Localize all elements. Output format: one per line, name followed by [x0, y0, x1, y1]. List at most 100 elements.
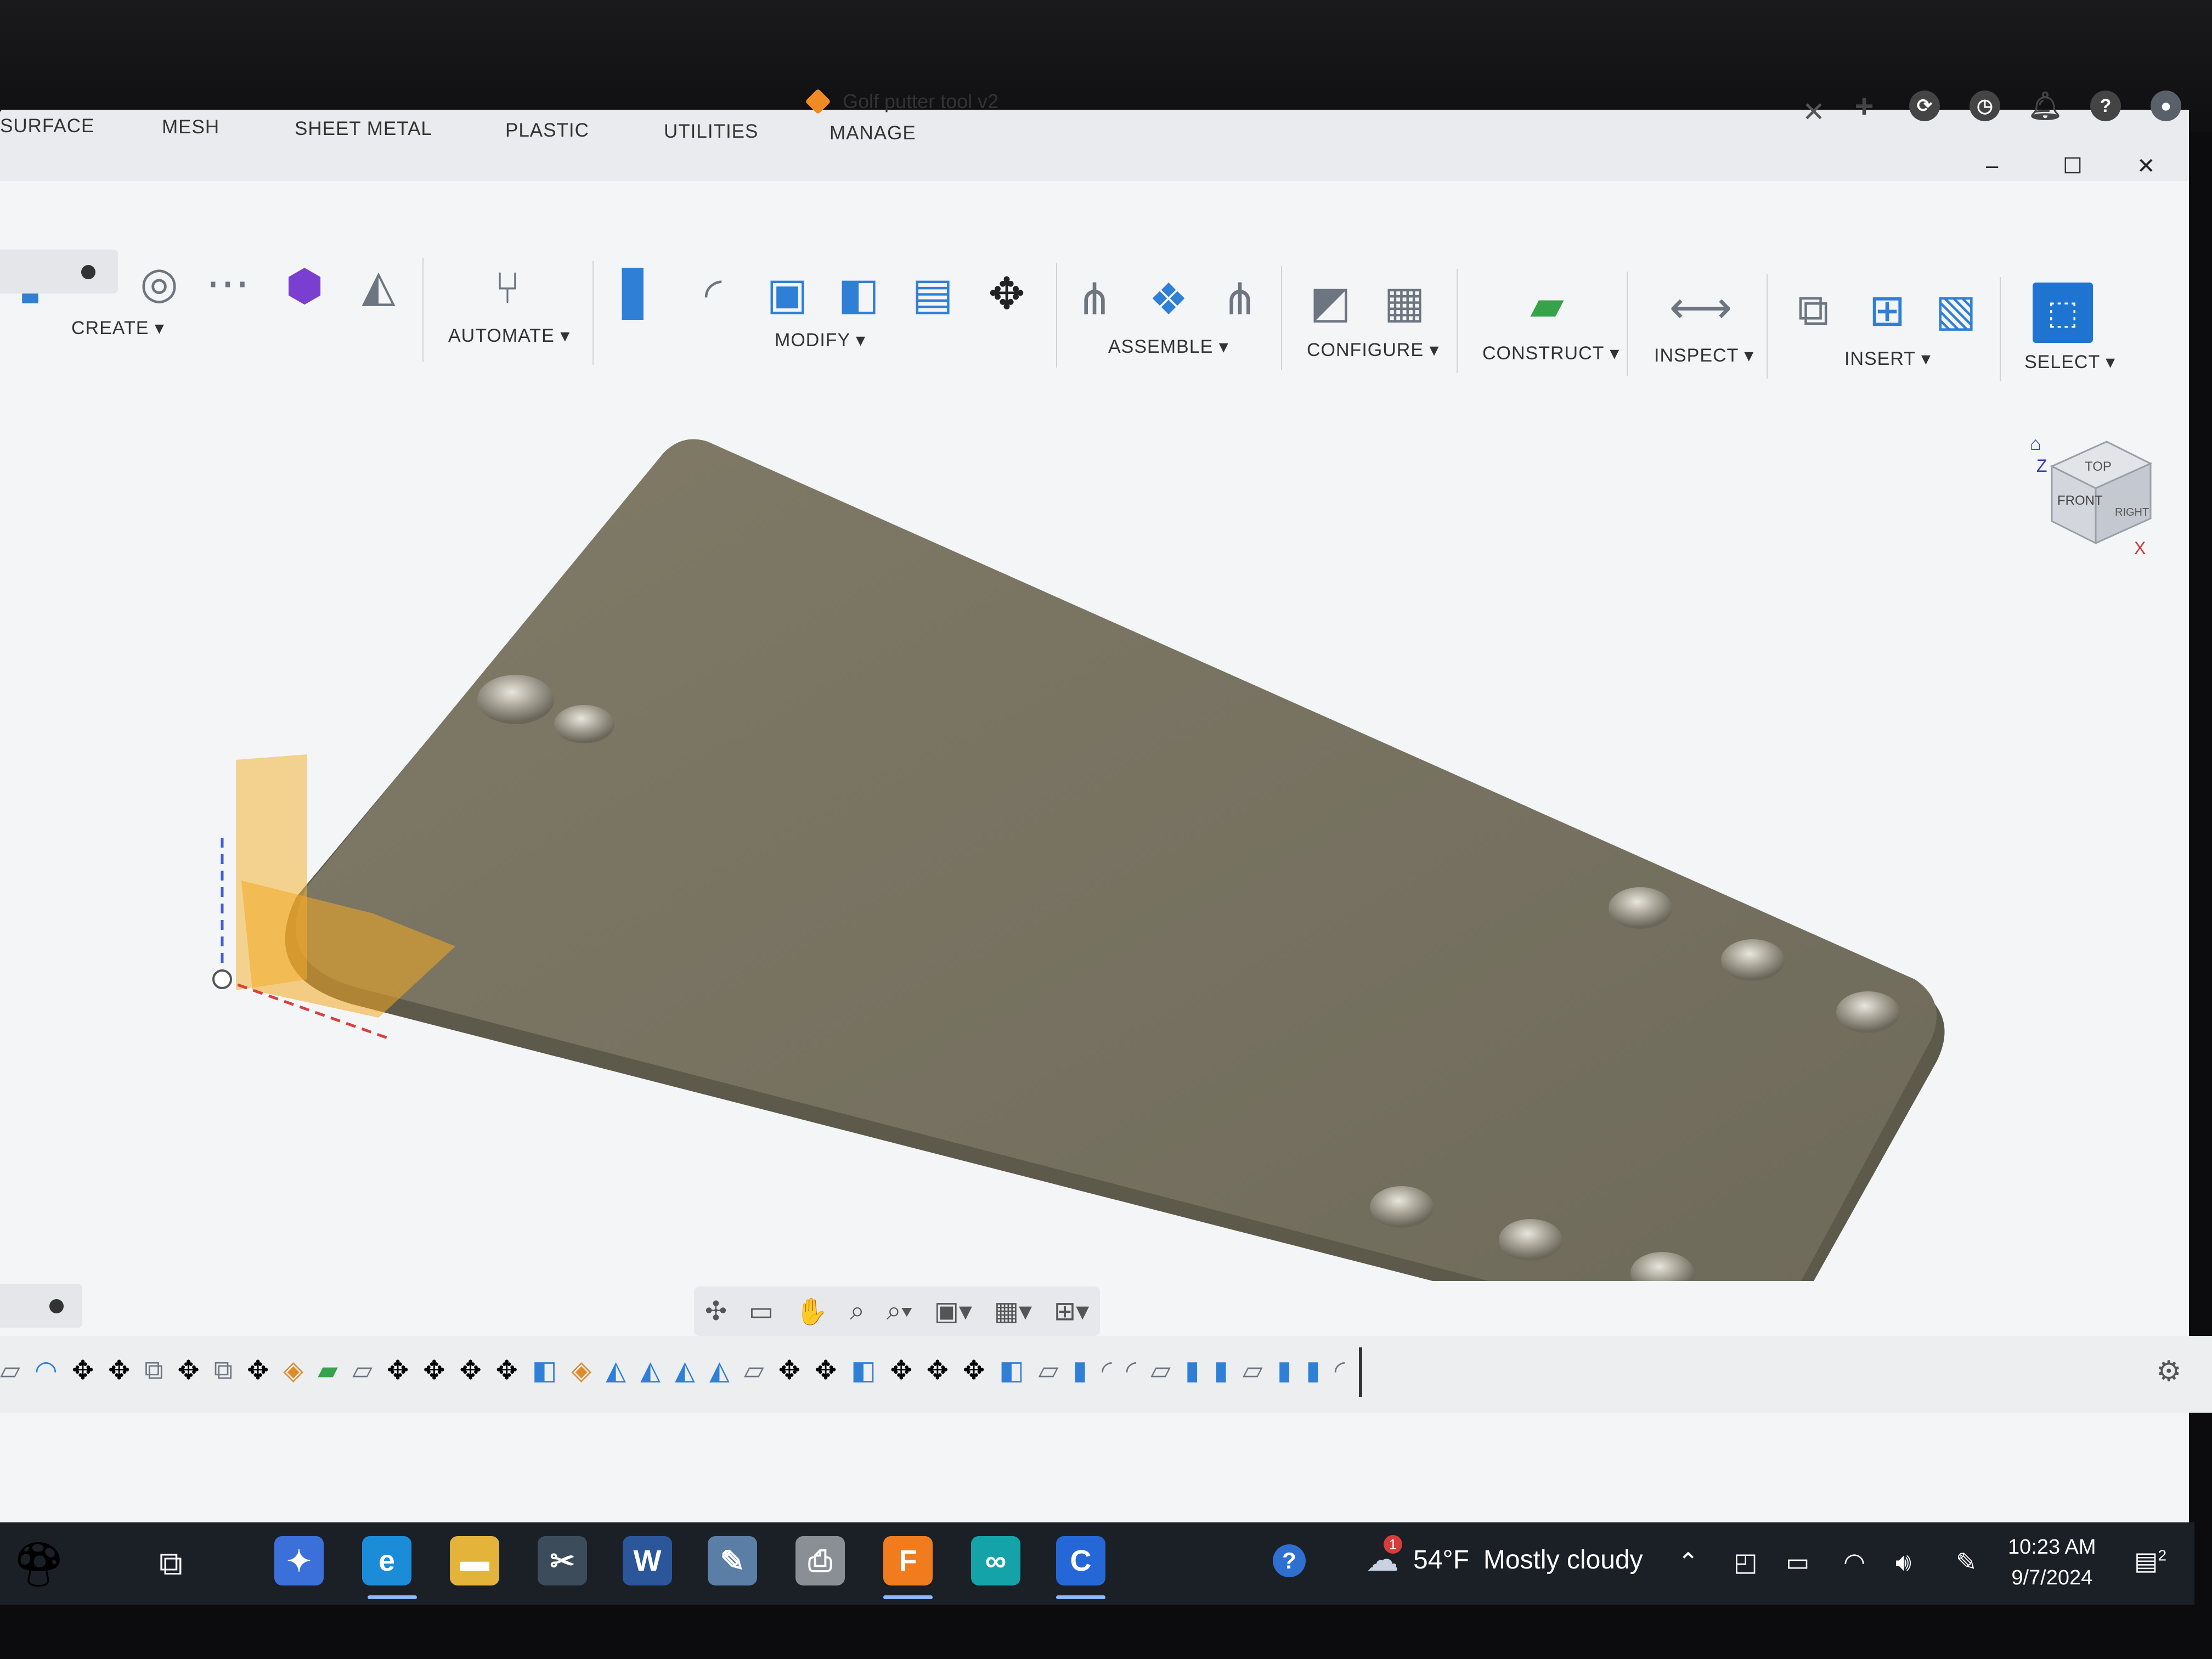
timeline-sketch-icon[interactable]: ▱: [1243, 1355, 1263, 1388]
volume-icon[interactable]: 🔊︎: [1895, 1547, 1911, 1578]
camera-icon[interactable]: ◰: [1734, 1547, 1757, 1577]
timeline-revolve-icon[interactable]: ◠: [35, 1355, 58, 1388]
timeline-settings-icon[interactable]: ⚙: [2156, 1355, 2182, 1388]
timeline-move-icon[interactable]: ✥: [963, 1355, 985, 1388]
help-icon[interactable]: ?: [2090, 91, 2121, 121]
taskbar-copilot-icon[interactable]: ✦: [274, 1536, 324, 1585]
close-window-button[interactable]: ✕: [2137, 154, 2155, 179]
timeline-move-icon[interactable]: ✥: [108, 1355, 130, 1388]
pattern-icon[interactable]: ⋯: [198, 252, 258, 313]
expand-icon[interactable]: [49, 1299, 64, 1313]
timeline-extrude-icon[interactable]: ▮: [1185, 1355, 1199, 1388]
timeline-form-icon[interactable]: ◈: [571, 1355, 591, 1388]
pen-icon[interactable]: ✎: [1956, 1547, 1977, 1577]
timeline-move-icon[interactable]: ✥: [927, 1355, 949, 1388]
tab-sheet-metal[interactable]: SHEET METAL: [295, 118, 432, 140]
tab-utilities[interactable]: UTILITIES: [664, 121, 758, 143]
task-view-icon[interactable]: ⧉: [159, 1544, 183, 1583]
timeline-mirror-icon[interactable]: ◭: [709, 1355, 730, 1388]
timeline-move-icon[interactable]: ✥: [247, 1355, 269, 1388]
minimize-button[interactable]: –: [1986, 154, 1998, 178]
history-icon[interactable]: ◷: [1970, 91, 2000, 121]
plus-icon[interactable]: +: [1849, 88, 1880, 125]
3d-viewport[interactable]: [0, 304, 2212, 1281]
widgets-mushroom-icon[interactable]: 🍄︎: [11, 1539, 67, 1590]
timeline-move-icon[interactable]: ✥: [423, 1355, 445, 1388]
weather-widget[interactable]: ☁ 1 54°F Mostly cloudy: [1366, 1535, 1643, 1579]
timeline-fillet-icon[interactable]: ◜: [1335, 1355, 1345, 1388]
tab-plastic[interactable]: PLASTIC: [505, 120, 589, 142]
taskbar-printer-icon[interactable]: ⎙: [795, 1536, 845, 1585]
timeline-move-icon[interactable]: ✥: [496, 1355, 518, 1388]
timeline-combine-icon[interactable]: ◧: [851, 1355, 876, 1388]
viewports-icon[interactable]: ⊞▾: [1054, 1296, 1089, 1327]
pan-icon[interactable]: ✋: [795, 1296, 828, 1327]
tab-surface[interactable]: SURFACE: [0, 115, 94, 137]
timeline-sketch-icon[interactable]: ▱: [1039, 1355, 1059, 1388]
taskbar-fusion-icon[interactable]: F: [883, 1536, 933, 1585]
battery-icon[interactable]: ▭: [1786, 1547, 1809, 1577]
view-cube[interactable]: ⌂ TOP FRONT RIGHT Z X: [2030, 411, 2194, 579]
look-at-icon[interactable]: ▭: [749, 1296, 774, 1327]
close-tab-icon[interactable]: ✕: [1802, 96, 1825, 128]
timeline-move-icon[interactable]: ✥: [815, 1355, 837, 1388]
taskbar-arduino-icon[interactable]: ∞: [971, 1536, 1020, 1585]
putter-plate-model[interactable]: [285, 439, 1945, 1282]
system-clock[interactable]: 10:23 AM 9/7/2024: [2008, 1532, 2096, 1593]
timeline-move-icon[interactable]: ✥: [459, 1355, 481, 1388]
hole-icon[interactable]: ◎: [129, 252, 189, 313]
timeline-sketch-icon[interactable]: ▱: [744, 1355, 764, 1388]
display-settings-icon[interactable]: ▣▾: [934, 1296, 972, 1327]
timeline-extrude-icon[interactable]: ▮: [1214, 1355, 1228, 1388]
viewcube-right-label[interactable]: RIGHT: [2115, 506, 2149, 518]
timeline-sketch-icon[interactable]: ▱: [0, 1355, 20, 1388]
timeline-sketch-icon[interactable]: ▱: [352, 1355, 373, 1388]
tab-manage[interactable]: MANAGE: [830, 122, 916, 144]
zoom-window-icon[interactable]: ⌕▾: [887, 1296, 912, 1327]
timeline-component-icon[interactable]: ⧉: [144, 1355, 163, 1388]
viewcube-front-label[interactable]: FRONT: [2057, 493, 2103, 508]
timeline-combine-icon[interactable]: ◧: [532, 1355, 557, 1388]
orbit-icon[interactable]: ✣: [705, 1296, 727, 1327]
taskbar-snipping-icon[interactable]: ✂: [538, 1536, 587, 1585]
timeline-component-icon[interactable]: ⧉: [214, 1355, 233, 1388]
timeline-move-icon[interactable]: ✥: [72, 1355, 94, 1388]
timeline-combine-icon[interactable]: ◧: [999, 1355, 1024, 1388]
timeline-mirror-icon[interactable]: ◭: [606, 1355, 626, 1388]
help-tray-icon[interactable]: ?: [1273, 1544, 1306, 1577]
timeline-extrude-icon[interactable]: ▮: [1073, 1355, 1087, 1388]
taskbar-edge-icon[interactable]: e: [362, 1536, 411, 1585]
tab-mesh[interactable]: MESH: [162, 116, 219, 138]
viewcube-top-label[interactable]: TOP: [2085, 459, 2112, 474]
taskbar-file-explorer-icon[interactable]: ▬: [450, 1536, 499, 1585]
grid-icon[interactable]: ▦▾: [994, 1296, 1032, 1327]
sync-icon[interactable]: ⟳: [1909, 91, 1940, 121]
timeline-extrude-icon[interactable]: ▮: [1277, 1355, 1291, 1388]
zoom-icon[interactable]: ⌕: [850, 1296, 865, 1327]
timeline-sketch-icon[interactable]: ▱: [1150, 1355, 1171, 1388]
chevron-up-icon[interactable]: ⌃: [1678, 1547, 1699, 1577]
timeline-mirror-icon[interactable]: ◭: [675, 1355, 695, 1388]
taskbar-c-app-icon[interactable]: C: [1056, 1536, 1105, 1585]
bell-icon[interactable]: 🔔︎: [2028, 91, 2062, 121]
collapse-icon[interactable]: [81, 265, 95, 279]
timeline-extrude-icon[interactable]: ▮: [1306, 1355, 1320, 1388]
comments-panel-collapsed[interactable]: [0, 1284, 82, 1328]
timeline-marker[interactable]: [1359, 1347, 1363, 1397]
maximize-button[interactable]: ☐: [2063, 154, 2083, 179]
timeline-move-icon[interactable]: ✥: [778, 1355, 800, 1388]
timeline-plane-icon[interactable]: ▰: [318, 1355, 338, 1388]
taskbar-word-icon[interactable]: W: [623, 1536, 672, 1585]
timeline-mirror-icon[interactable]: ◭: [640, 1355, 661, 1388]
timeline-move-icon[interactable]: ✥: [178, 1355, 200, 1388]
browser-panel-collapsed[interactable]: [0, 250, 118, 294]
timeline-fillet-icon[interactable]: ◜: [1102, 1355, 1112, 1388]
timeline-form-icon[interactable]: ◈: [283, 1355, 303, 1388]
timeline-fillet-icon[interactable]: ◜: [1126, 1355, 1137, 1388]
timeline-move-icon[interactable]: ✥: [890, 1355, 912, 1388]
notification-icon[interactable]: ▤2: [2134, 1546, 2166, 1576]
taskbar-paint-icon[interactable]: ✎: [708, 1536, 757, 1585]
avatar[interactable]: ●: [2151, 91, 2181, 121]
wifi-icon[interactable]: ◠: [1843, 1547, 1865, 1577]
timeline-move-icon[interactable]: ✥: [387, 1355, 409, 1388]
